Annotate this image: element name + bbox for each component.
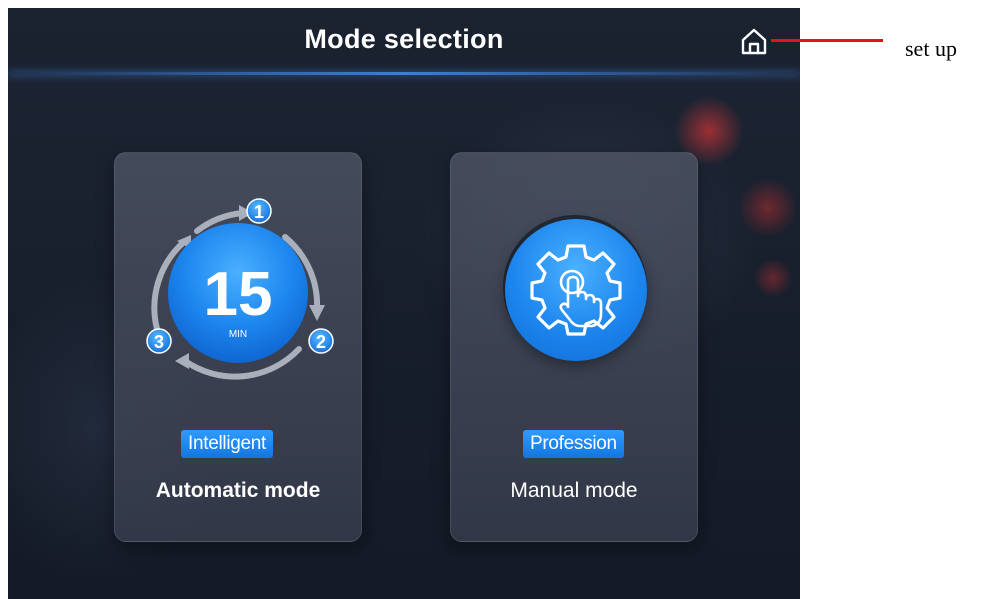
step-1-label: 1: [254, 202, 264, 222]
annotation-pointer-line: [771, 39, 883, 42]
timer-value: 15: [204, 260, 273, 329]
device-screen: Mode selection 1 2 3 15 MIN Intelligent …: [8, 8, 800, 599]
home-icon: [741, 28, 767, 55]
gear-touch-icon: [505, 219, 647, 361]
automatic-mode-card[interactable]: 1 2 3 15 MIN Intelligent Automatic mode: [114, 152, 362, 542]
automatic-mode-label: Automatic mode: [155, 479, 321, 502]
page-title: Mode selection: [304, 24, 504, 54]
cycle-timer-icon: 1 2 3 15 MIN: [146, 198, 334, 380]
header-bar: Mode selection: [8, 8, 800, 74]
background-figure-highlight: [753, 258, 793, 298]
profession-badge: Profession: [523, 430, 624, 458]
step-2-label: 2: [316, 332, 326, 352]
manual-mode-label: Manual mode: [510, 479, 638, 502]
timer-unit: MIN: [229, 329, 247, 340]
annotation-label: set up: [905, 36, 957, 61]
background-figure-highlight: [738, 178, 798, 238]
intelligent-badge: Intelligent: [181, 430, 274, 458]
manual-mode-card[interactable]: Profession Manual mode: [450, 152, 698, 542]
home-button[interactable]: [737, 25, 771, 57]
step-3-label: 3: [154, 332, 164, 352]
header-divider: [8, 72, 800, 75]
